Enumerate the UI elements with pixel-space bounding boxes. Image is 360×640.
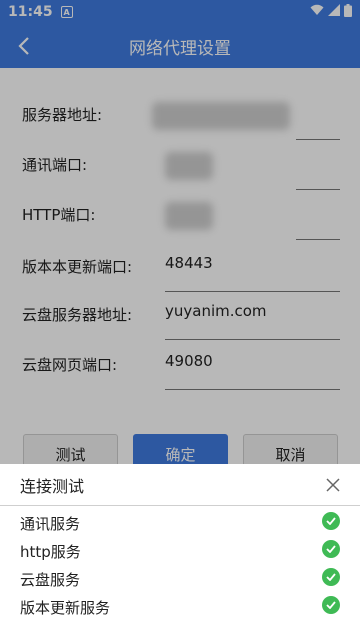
service-name: 版本更新服务 — [20, 599, 111, 617]
close-icon — [326, 478, 340, 492]
check-circle-icon — [322, 540, 340, 558]
list-item: 通讯服务 — [0, 508, 360, 536]
list-item: 版本更新服务 — [0, 592, 360, 620]
service-name: http服务 — [20, 543, 81, 561]
connection-test-dialog: 连接测试 通讯服务 http服务 云盘服务 版本更新服务 — [0, 464, 360, 640]
list-item: 云盘服务 — [0, 564, 360, 592]
service-name: 云盘服务 — [20, 571, 81, 589]
check-circle-icon — [322, 568, 340, 586]
check-circle-icon — [322, 596, 340, 614]
dialog-header: 连接测试 — [0, 464, 360, 506]
list-item: http服务 — [0, 536, 360, 564]
close-button[interactable] — [322, 474, 344, 496]
service-name: 通讯服务 — [20, 515, 81, 533]
check-circle-icon — [322, 512, 340, 530]
dialog-title: 连接测试 — [20, 476, 85, 496]
